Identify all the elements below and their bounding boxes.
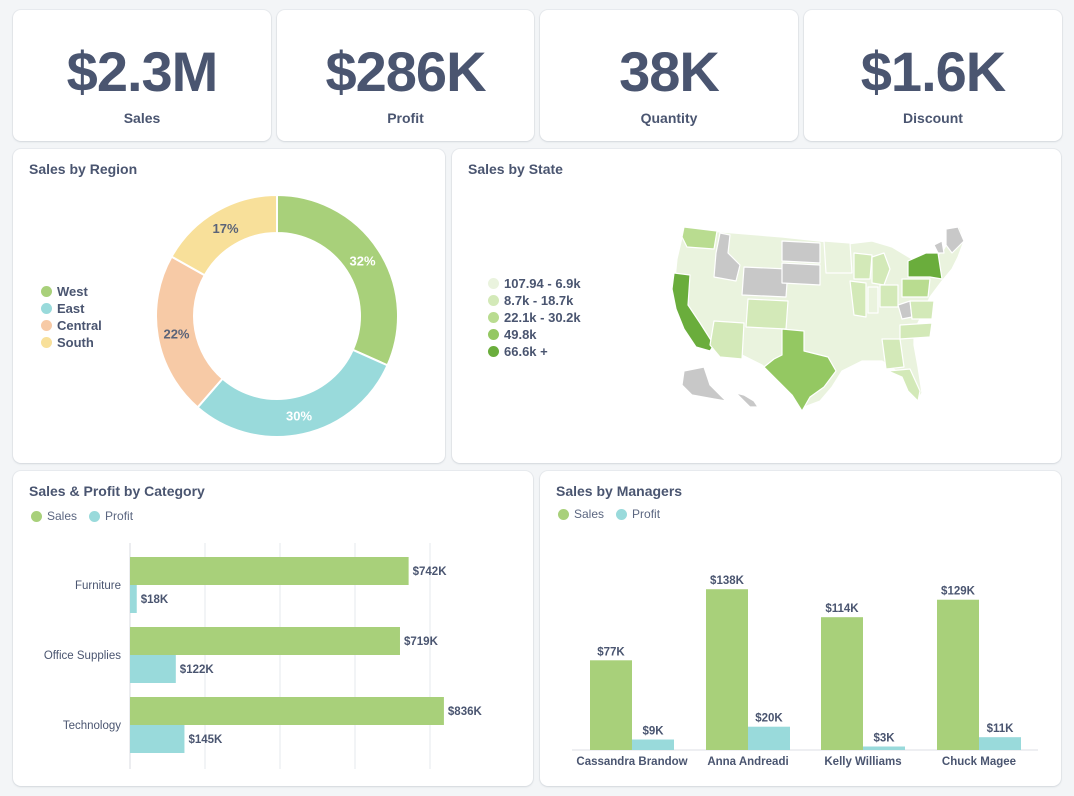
kpi-value: 38K [619,40,720,103]
bar-sales-technology [130,697,444,725]
data-label-sales-technology: $836K [448,706,483,718]
bar-sales-anna-andreadi [706,589,748,750]
data-label-profit-cassandra-brandow: $9K [642,726,664,738]
sales-by-region-card: Sales by Region West East Central South 32%… [13,149,445,463]
data-label-sales-chuck-magee: $129K [941,586,976,598]
category-label-anna-andreadi: Anna Andreadi [707,756,788,768]
managers-bar-chart: $77K $9K Cassandra Brandow $138K $20K Anna An… [572,575,1038,768]
kpi-label: Profit [387,110,424,126]
data-label-sales-anna-andreadi: $138K [710,575,745,587]
category-label-technology: Technology [63,720,121,732]
kpi-value: $286K [325,40,486,103]
donut-slice-west [276,193,399,367]
bar-sales-chuck-magee [937,599,979,750]
state-ga [881,338,905,370]
us-map [671,226,965,412]
state-nd [781,240,821,264]
kpi-card-profit: $286K Profit [277,10,534,141]
category-card: Sales & Profit by Category Sales Profit … [13,471,533,786]
state-oh [879,284,899,308]
state-sd [781,262,821,286]
bar-sales-office-supplies [130,627,400,655]
bar-profit-chuck-magee [979,737,1021,750]
data-label-sales-cassandra-brandow: $77K [597,646,625,658]
data-label-sales-kelly-williams: $114K [825,603,859,615]
state-wi [853,252,873,280]
state-ny [907,252,943,280]
bar-profit-office-supplies [130,655,176,683]
slice-label-south: 17% [213,221,239,236]
kpi-label: Sales [123,110,161,126]
bar-profit-anna-andreadi [748,726,790,750]
kpi-label: Quantity [640,110,698,126]
category-bar-chart: Furniture $742K $18K Office Supplies $719K $1… [44,543,483,769]
category-label-office-supplies: Office Supplies [44,650,121,662]
kpi-card-discount: $1.6K Discount [804,10,1062,141]
kpi-label: Discount [903,110,963,126]
state-ak [681,366,727,402]
sales-by-state-card: Sales by State 107.94 - 6.9k 8.7k - 18.7k… [452,149,1061,463]
category-label-cassandra-brandow: Cassandra Brandow [576,756,687,768]
managers-card: Sales by Managers Sales Profit $77K $9K Ca… [540,471,1061,786]
data-label-profit-anna-andreadi: $20K [755,713,783,725]
kpi-value: $1.6K [860,40,1006,103]
bar-sales-furniture [130,557,409,585]
data-label-profit-kelly-williams: $3K [873,733,895,745]
category-label-kelly-williams: Kelly Williams [824,756,901,768]
kpi-card-sales: $2.3M Sales [13,10,271,141]
state-az [709,320,745,360]
bar-sales-cassandra-brandow [590,660,632,750]
donut-slice-east [196,348,389,438]
state-nc [899,322,933,340]
data-label-sales-furniture: $742K [413,566,448,578]
data-label-profit-furniture: $18K [141,594,169,606]
bar-sales-kelly-williams [821,617,863,750]
data-label-sales-office-supplies: $719K [404,636,439,648]
data-label-profit-chuck-magee: $11K [987,723,1015,735]
slice-label-east: 30% [286,409,312,424]
state-vt [933,240,945,254]
data-label-profit-office-supplies: $122K [180,664,215,676]
slice-label-central: 22% [163,326,189,341]
state-wa [681,226,718,250]
category-label-furniture: Furniture [75,580,121,592]
bar-profit-technology [130,725,185,753]
bar-profit-kelly-williams [863,746,905,750]
state-in [867,286,879,314]
kpi-value: $2.3M [66,40,219,103]
state-hi [735,392,759,408]
region-donut-chart: 32% 30% 22% 17% [155,193,399,438]
data-label-profit-technology: $145K [188,734,223,746]
state-va [909,300,935,320]
bar-profit-cassandra-brandow [632,739,674,750]
state-pa [901,278,931,298]
kpi-card-quantity: 38K Quantity [540,10,798,141]
slice-label-west: 32% [350,253,376,268]
state-wy [741,266,789,298]
bar-profit-furniture [130,585,137,613]
state-mn [823,240,853,274]
category-label-chuck-magee: Chuck Magee [942,756,1016,768]
state-co [745,298,789,330]
